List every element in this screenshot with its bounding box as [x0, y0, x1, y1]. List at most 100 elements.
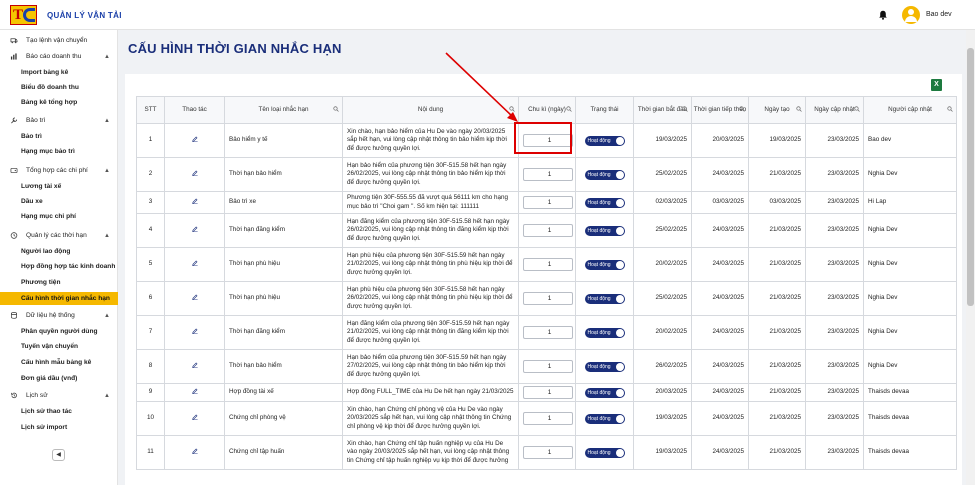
excel-export-icon[interactable]: X [931, 79, 942, 91]
scrollbar-thumb[interactable] [967, 48, 974, 306]
sidebar-group-0[interactable]: Tạo lệnh vận chuyển [0, 34, 118, 47]
cycle-input[interactable]: 1 [523, 292, 573, 305]
status-toggle[interactable]: Hoạt động [584, 293, 625, 304]
cell-name: Thời hạn phù hiệu [224, 281, 343, 316]
table-row: 8 Thời hạn bảo hiểm Hạn bảo hiểm của phươn… [136, 349, 957, 384]
table-row: 7 Thời hạn đăng kiểm Hạn đăng kiểm của phư… [136, 315, 957, 350]
cycle-input[interactable]: 1 [523, 412, 573, 425]
cell-status: Hoạt động [575, 349, 634, 384]
cell-content: Hạn bảo hiểm của phương tiện 30F-515.59 … [342, 349, 519, 384]
sidebar-group-4[interactable]: Quản lý các thời hạn ▲ [0, 229, 118, 242]
sidebar-item[interactable]: Lịch sử thao tác [0, 405, 118, 418]
column-header[interactable]: Ngày cập nhật [805, 96, 864, 124]
chevron-up-icon[interactable]: ▲ [104, 310, 110, 323]
column-header[interactable]: Thời gian bắt đầu [633, 96, 692, 124]
user-avatar-icon[interactable] [902, 6, 920, 24]
sidebar-item[interactable]: Hạng mục chi phí [0, 210, 118, 223]
cell-updated: 23/03/2025 [805, 435, 864, 470]
status-toggle[interactable]: Hoạt động [584, 225, 625, 236]
edit-pencil-icon[interactable] [191, 388, 198, 394]
column-header[interactable]: Thời gian tiếp theo [691, 96, 749, 124]
cycle-input[interactable]: 1 [523, 386, 573, 399]
edit-pencil-icon[interactable] [191, 414, 198, 420]
status-toggle[interactable]: Hoạt động [584, 259, 625, 270]
cycle-input[interactable]: 1 [523, 360, 573, 373]
cell-updated: 23/03/2025 [805, 191, 864, 214]
edit-pencil-icon[interactable] [191, 136, 198, 142]
cycle-input[interactable]: 1 [523, 258, 573, 271]
chevron-up-icon[interactable]: ▲ [104, 390, 110, 403]
status-toggle[interactable]: Hoạt động [584, 413, 625, 424]
column-header[interactable]: Ngày tạo [748, 96, 806, 124]
sidebar-item[interactable]: Biểu đồ doanh thu [0, 81, 118, 94]
sidebar-item[interactable]: Tuyến vận chuyển [0, 340, 118, 353]
table-header-row: STT Thao tác Tên loại nhắc hạn Nội dung Chu … [136, 96, 957, 124]
status-toggle[interactable]: Hoạt động [584, 361, 625, 372]
chevron-up-icon[interactable]: ▲ [104, 230, 110, 243]
status-toggle[interactable]: Hoạt động [584, 169, 625, 180]
edit-pencil-icon[interactable] [191, 294, 198, 300]
sidebar-item[interactable]: Import bảng kê [0, 66, 118, 79]
cycle-input[interactable]: 1 [523, 326, 573, 339]
sidebar-item[interactable]: Phương tiện [0, 276, 118, 289]
edit-pencil-icon[interactable] [191, 226, 198, 232]
sidebar-item[interactable]: Cấu hình thời gian nhắc hạn [0, 292, 118, 305]
toggle-knob [615, 198, 624, 207]
sidebar-group-6[interactable]: Lịch sử ▲ [0, 389, 118, 402]
chevron-up-icon[interactable]: ▲ [104, 51, 110, 64]
sidebar-item[interactable]: Bảo trì [0, 130, 118, 143]
cycle-input[interactable]: 1 [523, 196, 573, 209]
column-header[interactable]: Người cập nhật [863, 96, 957, 124]
column-header[interactable]: STT [136, 96, 165, 124]
search-icon [947, 106, 953, 112]
cycle-input[interactable]: 1 [523, 446, 573, 459]
cell-status: Hoạt động [575, 315, 634, 350]
chevron-up-icon[interactable]: ▲ [104, 115, 110, 128]
column-header[interactable]: Trạng thái [575, 96, 634, 124]
cell-created: 21/03/2025 [748, 281, 806, 316]
sidebar-item[interactable]: Dầu xe [0, 195, 118, 208]
sidebar-item[interactable]: Lương tài xế [0, 180, 118, 193]
sidebar-group-2[interactable]: Bảo trì ▲ [0, 114, 118, 127]
cycle-input[interactable]: 1 [523, 224, 573, 237]
cell-start: 19/03/2025 [633, 123, 692, 158]
page-scrollbar[interactable] [966, 30, 975, 485]
sidebar-item[interactable]: Hợp đồng hợp tác kinh doanh [0, 260, 118, 273]
bell-icon[interactable] [878, 10, 888, 20]
sidebar-group-5[interactable]: Dữ liệu hệ thống ▲ [0, 309, 118, 322]
edit-pencil-icon[interactable] [191, 362, 198, 368]
cycle-input[interactable]: 1 [523, 168, 573, 181]
sidebar-item[interactable]: Phân quyền người dùng [0, 325, 118, 338]
status-toggle[interactable]: Hoạt động [584, 327, 625, 338]
cell-start: 25/02/2025 [633, 213, 692, 248]
cell-created: 21/03/2025 [748, 383, 806, 402]
sidebar-item[interactable]: Hạng mục bảo trì [0, 145, 118, 158]
column-header[interactable]: Thao tác [164, 96, 225, 124]
status-toggle[interactable]: Hoạt động [584, 135, 625, 146]
status-toggle[interactable]: Hoạt động [584, 447, 625, 458]
sidebar-group-1[interactable]: Báo cáo doanh thu ▲ [0, 50, 118, 63]
toggle-knob [615, 294, 624, 303]
edit-pencil-icon[interactable] [191, 260, 198, 266]
chevron-up-icon[interactable]: ▲ [104, 165, 110, 178]
username[interactable]: Bao dev [926, 11, 952, 18]
chevron-left-icon[interactable]: ◀ [52, 449, 65, 461]
sidebar-group-3[interactable]: Tổng hợp các chi phí ▲ [0, 164, 118, 177]
sidebar-item[interactable]: Cấu hình mẫu bảng kê [0, 356, 118, 369]
sidebar-item[interactable]: Đơn giá dầu (vnđ) [0, 372, 118, 385]
sidebar-item[interactable]: Người lao động [0, 245, 118, 258]
status-toggle[interactable]: Hoạt động [584, 197, 625, 208]
edit-pencil-icon[interactable] [191, 448, 198, 454]
edit-pencil-icon[interactable] [191, 170, 198, 176]
status-toggle[interactable]: Hoạt động [584, 387, 625, 398]
toggle-knob [615, 362, 624, 371]
edit-pencil-icon[interactable] [191, 328, 198, 334]
column-header[interactable]: Tên loại nhắc hạn [224, 96, 343, 124]
edit-pencil-icon[interactable] [191, 198, 198, 204]
cell-actions [164, 315, 225, 350]
app-logo[interactable]: T [10, 5, 37, 25]
toggle-knob [615, 414, 624, 423]
sidebar-item[interactable]: Bảng kê tổng hợp [0, 96, 118, 109]
cell-actions [164, 247, 225, 282]
sidebar-item[interactable]: Lịch sử import [0, 421, 118, 434]
